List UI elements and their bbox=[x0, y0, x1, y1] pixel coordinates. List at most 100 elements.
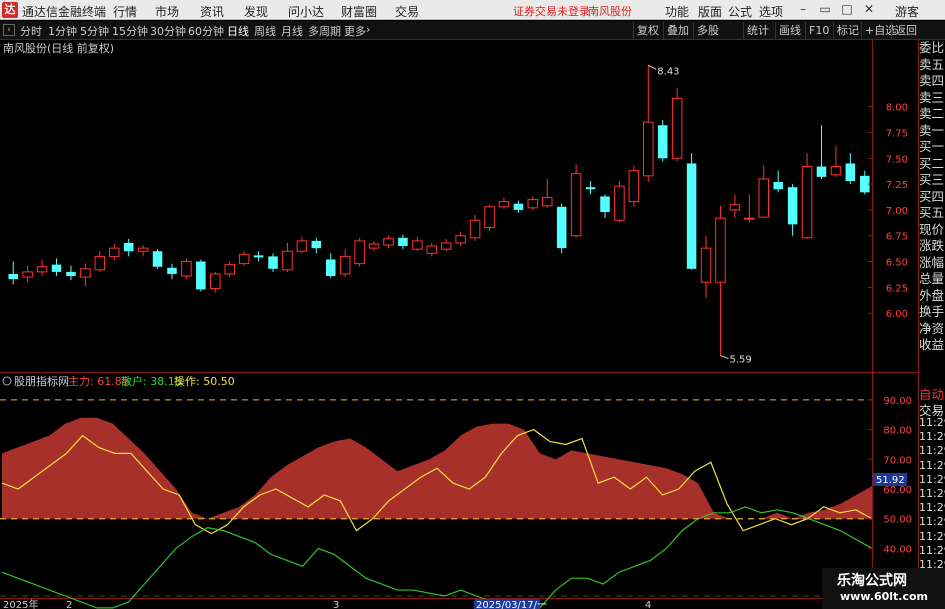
candle-body-up bbox=[614, 185, 625, 221]
candle-body-up bbox=[80, 268, 91, 278]
quote-field-4: 卖二 bbox=[919, 106, 945, 121]
quote-field-11: 现价 bbox=[919, 221, 945, 237]
candle-body-up bbox=[541, 197, 553, 207]
candle-body-down bbox=[167, 267, 177, 274]
candle-body-down bbox=[66, 271, 76, 277]
menu-quotes[interactable]: 行情 bbox=[113, 3, 137, 20]
candle-body-up bbox=[527, 199, 539, 209]
quote-field-15: 外盘 bbox=[919, 287, 945, 303]
btn-adjust[interactable]: 复权 bbox=[633, 22, 662, 39]
chart-canvas[interactable]: 南风股份(日线 前复权) 股朋指标网 主力: 61.85 散户: 38.15 操… bbox=[0, 40, 918, 609]
menu-formula[interactable]: 公式 bbox=[728, 3, 752, 20]
back-arrow-icon[interactable]: ‹ bbox=[3, 24, 15, 36]
menu-discover[interactable]: 发现 bbox=[244, 3, 268, 20]
btn-multistock[interactable]: 多股 bbox=[693, 22, 722, 39]
menu-trade[interactable]: 交易 bbox=[395, 3, 419, 20]
candle-body-down bbox=[51, 264, 62, 272]
btn-return[interactable]: 返回 bbox=[891, 22, 920, 39]
candle-body-up bbox=[671, 97, 683, 159]
quote-field-2: 卖四 bbox=[919, 73, 945, 88]
candle-body-up bbox=[282, 250, 293, 271]
menu-market[interactable]: 市场 bbox=[155, 3, 179, 20]
candle-body-up bbox=[137, 247, 149, 252]
btn-mark[interactable]: 标记 bbox=[833, 22, 862, 39]
indicator-tick-label: 90.00 bbox=[883, 396, 912, 407]
guest-label[interactable]: 游客 bbox=[895, 3, 919, 20]
trade-time-5: 11:29 bbox=[919, 486, 945, 500]
candle-body-up bbox=[628, 170, 640, 203]
period-30min[interactable]: 30分钟 bbox=[150, 23, 186, 39]
period-monthly[interactable]: 月线 bbox=[281, 23, 303, 39]
period-5min[interactable]: 5分钟 bbox=[80, 23, 109, 39]
high-pointer bbox=[648, 64, 657, 70]
quote-field-17: 净资 bbox=[919, 320, 945, 336]
candle-body-down bbox=[556, 206, 567, 249]
indicator-tick-label: 80.00 bbox=[883, 426, 912, 437]
quote-field-6: 买一 bbox=[919, 139, 945, 154]
login-warning[interactable]: 证券交易未登录 bbox=[513, 3, 590, 19]
watermark: 乐淘公式网 www.60lt.com bbox=[822, 568, 945, 609]
btn-draw[interactable]: 画线 bbox=[775, 22, 804, 39]
quote-side-panel: 委比 卖五 卖四 卖三 卖二 卖一 买一 买二 买三 买四 买五 现价 涨跌 涨幅 总量 外盘 换手 净资 收益 自… bbox=[918, 40, 945, 609]
title-bar: 达 通达信金融终端 行情 市场 资讯 发现 问小达 财富圈 交易 证券交易未登录… bbox=[0, 0, 945, 20]
candle-body-down bbox=[152, 251, 163, 267]
quote-field-7: 买二 bbox=[919, 155, 945, 171]
candle-body-up bbox=[426, 245, 438, 254]
candle-body-down bbox=[787, 187, 798, 225]
price-tick-label: 6.00 bbox=[886, 309, 908, 320]
btn-stats[interactable]: 统计 bbox=[743, 22, 772, 39]
low-pointer bbox=[720, 355, 729, 360]
period-multi[interactable]: 多周期 bbox=[308, 23, 341, 39]
period-timeshare[interactable]: 分时 bbox=[20, 23, 42, 39]
indicator-tick-label: 40.00 bbox=[883, 544, 912, 555]
trade-time-4: 11:29 bbox=[919, 472, 945, 486]
indicator-name[interactable]: 股朋指标网 bbox=[14, 374, 69, 388]
menu-options[interactable]: 选项 bbox=[759, 3, 783, 20]
indicator-tick-label: 60.00 bbox=[883, 485, 912, 496]
btn-f10[interactable]: F10 bbox=[805, 22, 832, 39]
menu-news[interactable]: 资讯 bbox=[200, 3, 224, 20]
watermark-title: 乐淘公式网 bbox=[837, 573, 907, 589]
menu-ask[interactable]: 问小达 bbox=[288, 3, 324, 20]
indicator-main-label: 主力: 61.85 bbox=[68, 375, 129, 388]
current-value-text: 51.92 bbox=[876, 475, 905, 486]
quote-field-1: 卖五 bbox=[919, 56, 945, 72]
indicator-settings-icon[interactable] bbox=[2, 376, 12, 386]
candle-body-up bbox=[440, 242, 452, 250]
candle-body-down bbox=[398, 237, 408, 247]
price-tick-label: 6.25 bbox=[886, 283, 908, 294]
candle-body-up bbox=[412, 240, 423, 250]
chart-area[interactable]: 南风股份(日线 前复权) 股朋指标网 主力: 61.85 散户: 38.15 操… bbox=[0, 40, 918, 609]
candle-body-down bbox=[8, 273, 18, 280]
candle-body-up bbox=[339, 255, 351, 275]
maximize-icon[interactable]: □ bbox=[840, 2, 854, 16]
period-60min[interactable]: 60分钟 bbox=[188, 23, 224, 39]
period-15min[interactable]: 15分钟 bbox=[112, 23, 148, 39]
menu-function[interactable]: 功能 bbox=[665, 3, 689, 20]
close-icon[interactable]: ✕ bbox=[862, 2, 876, 16]
period-1min[interactable]: 1分钟 bbox=[48, 23, 77, 39]
candle-body-down bbox=[253, 255, 264, 258]
candle-body-up bbox=[296, 240, 308, 252]
app-logo-icon: 达 bbox=[2, 2, 18, 18]
candlestick-chart bbox=[8, 64, 870, 360]
candle-body-up bbox=[744, 217, 755, 220]
chevron-right-icon[interactable]: › bbox=[366, 23, 370, 36]
price-axis: 6.006.256.506.757.007.257.507.758.0030.0… bbox=[868, 103, 912, 585]
menu-wealth[interactable]: 财富圈 bbox=[341, 3, 377, 20]
btn-overlay[interactable]: 叠加 bbox=[663, 22, 692, 39]
candle-body-down bbox=[311, 240, 322, 249]
minimize-icon[interactable]: – bbox=[796, 2, 810, 16]
menu-layout[interactable]: 版面 bbox=[698, 3, 722, 20]
period-more[interactable]: 更多 bbox=[344, 23, 366, 39]
candle-body-down bbox=[325, 259, 336, 277]
candle-body-up bbox=[238, 253, 250, 265]
indicator-tick-label: 50.00 bbox=[883, 515, 912, 526]
period-daily[interactable]: 日线 bbox=[227, 23, 249, 39]
main-chart-title: 南风股份(日线 前复权) bbox=[3, 41, 114, 55]
period-weekly[interactable]: 周线 bbox=[254, 23, 276, 39]
x-label-crosshair-date: 2025/03/17/一 bbox=[476, 600, 547, 609]
restore-icon[interactable]: ▭ bbox=[818, 2, 832, 16]
trade-time-3: 11:29 bbox=[919, 458, 945, 472]
auto-trade-label[interactable]: 自动 bbox=[919, 387, 944, 404]
